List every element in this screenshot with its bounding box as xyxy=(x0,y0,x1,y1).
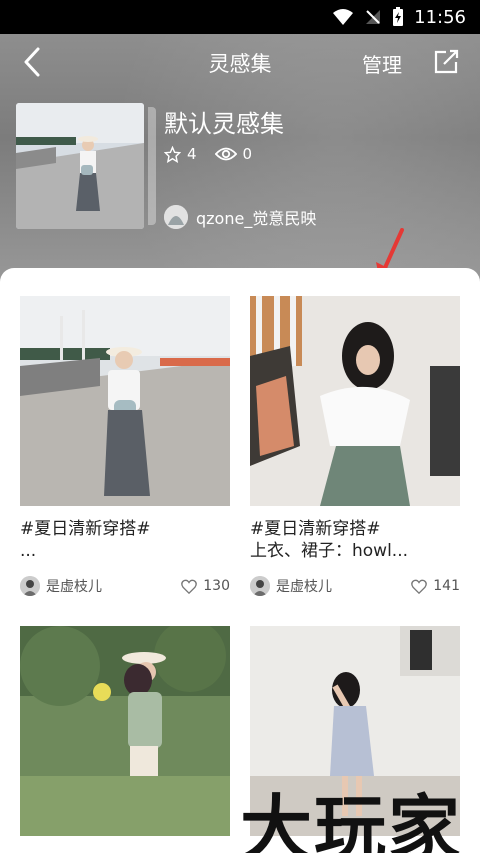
like-count: 141 xyxy=(433,578,460,594)
collection-cover[interactable] xyxy=(16,103,144,229)
owner-avatar[interactable] xyxy=(164,205,188,229)
star-count: 4 xyxy=(187,145,197,163)
battery-charging-icon xyxy=(393,7,404,26)
card-author[interactable]: 是虚枝儿 xyxy=(250,576,332,596)
like-button[interactable]: 130 xyxy=(181,578,230,594)
card-meta: 是虚枝儿 141 xyxy=(250,576,460,596)
status-time: 11:56 xyxy=(414,6,466,28)
watermark-text: 大玩家 xyxy=(240,786,463,853)
cover-stack-edge xyxy=(148,107,156,225)
nav-bar: 灵感集 管理 xyxy=(0,34,480,90)
page-title: 灵感集 xyxy=(208,52,272,76)
eye-icon xyxy=(214,147,237,161)
collection-owner[interactable]: qzone_觉意民映 xyxy=(164,205,316,229)
status-bar: 11:56 xyxy=(0,0,480,34)
like-button[interactable]: 141 xyxy=(411,578,460,594)
no-signal-icon xyxy=(366,10,381,24)
collection-stats: 4 0 xyxy=(164,145,252,163)
author-avatar[interactable] xyxy=(250,576,270,596)
manage-button[interactable]: 管理 xyxy=(362,49,402,78)
card-subtitle: ... xyxy=(20,541,37,561)
view-count: 0 xyxy=(242,145,253,163)
card-author[interactable]: 是虚枝儿 xyxy=(20,576,102,596)
card-image[interactable] xyxy=(20,296,230,506)
content-sheet: #夏日清新穿搭# ... 是虚枝儿 130 #夏日清新穿搭# 上衣、裙子：how… xyxy=(0,268,480,853)
author-avatar[interactable] xyxy=(20,576,40,596)
card-image[interactable] xyxy=(20,626,230,836)
inspiration-card-2[interactable]: #夏日清新穿搭# 上衣、裙子：howl... 是虚枝儿 141 xyxy=(250,296,460,596)
card-title: #夏日清新穿搭# xyxy=(20,519,151,539)
inspiration-card-3[interactable] xyxy=(20,626,230,836)
wifi-icon xyxy=(333,9,354,25)
card-subtitle: 上衣、裙子：howl... xyxy=(250,541,409,561)
author-name: 是虚枝儿 xyxy=(276,579,332,595)
share-icon[interactable] xyxy=(432,48,460,76)
card-meta: 是虚枝儿 130 xyxy=(20,576,230,596)
collection-title: 默认灵感集 xyxy=(164,110,284,138)
heart-icon xyxy=(181,579,198,594)
card-image[interactable] xyxy=(250,296,460,506)
owner-name: qzone_觉意民映 xyxy=(196,209,317,228)
like-count: 130 xyxy=(203,578,230,594)
card-title: #夏日清新穿搭# xyxy=(250,519,381,539)
inspiration-card-1[interactable]: #夏日清新穿搭# ... 是虚枝儿 130 xyxy=(20,296,230,596)
heart-icon xyxy=(411,579,428,594)
author-name: 是虚枝儿 xyxy=(46,579,102,595)
star-icon xyxy=(164,145,181,163)
